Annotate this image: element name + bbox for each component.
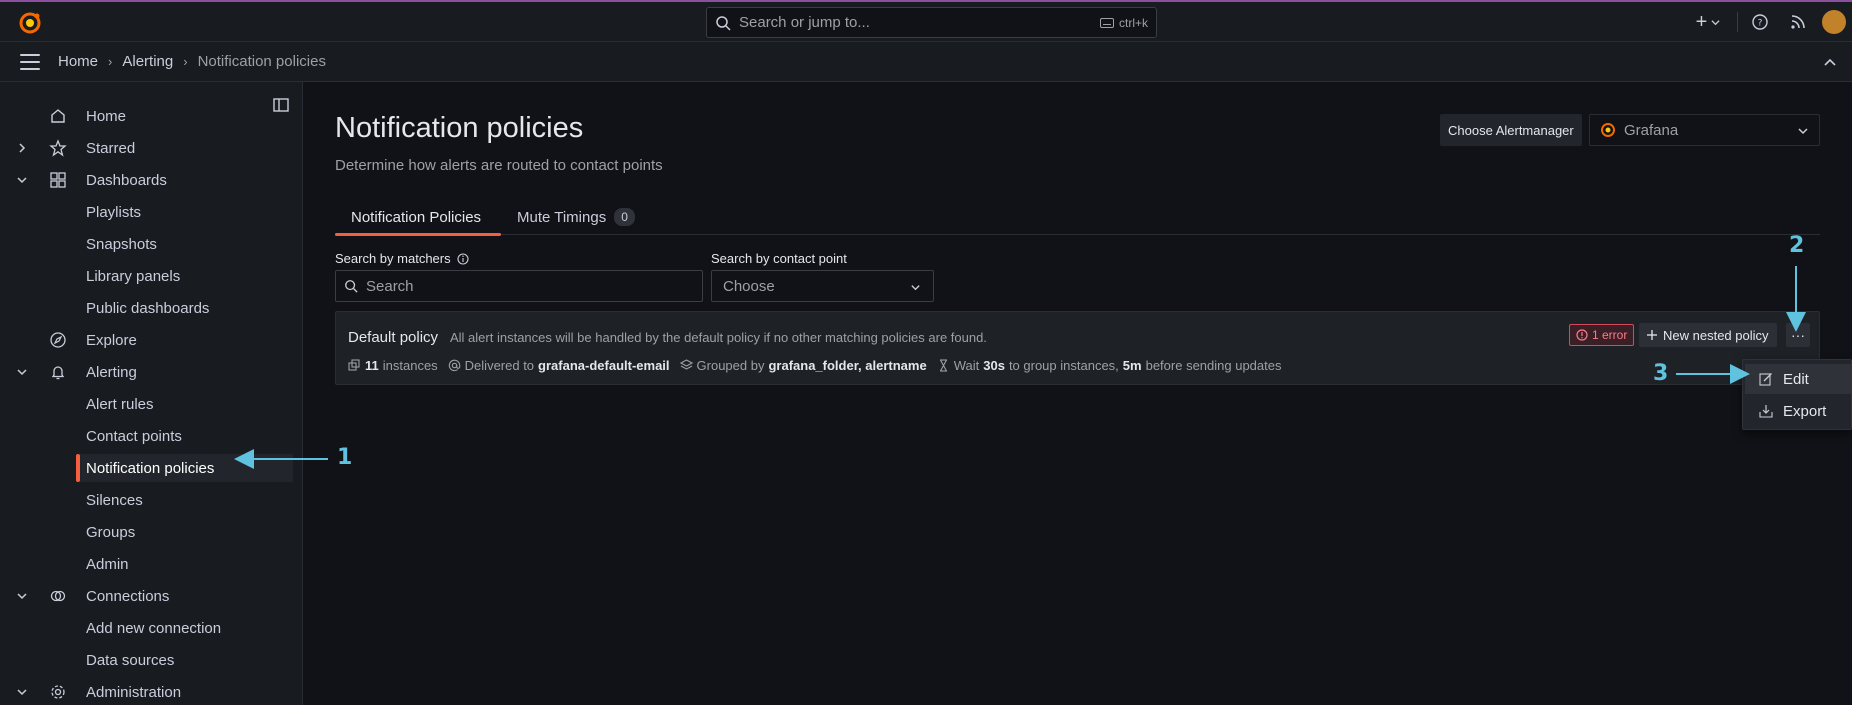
annotation-arrows <box>234 266 1806 469</box>
annotation-number-1: 1 <box>337 445 353 470</box>
annotation-number-2: 2 <box>1789 233 1805 258</box>
annotation-number-3: 3 <box>1653 361 1669 386</box>
